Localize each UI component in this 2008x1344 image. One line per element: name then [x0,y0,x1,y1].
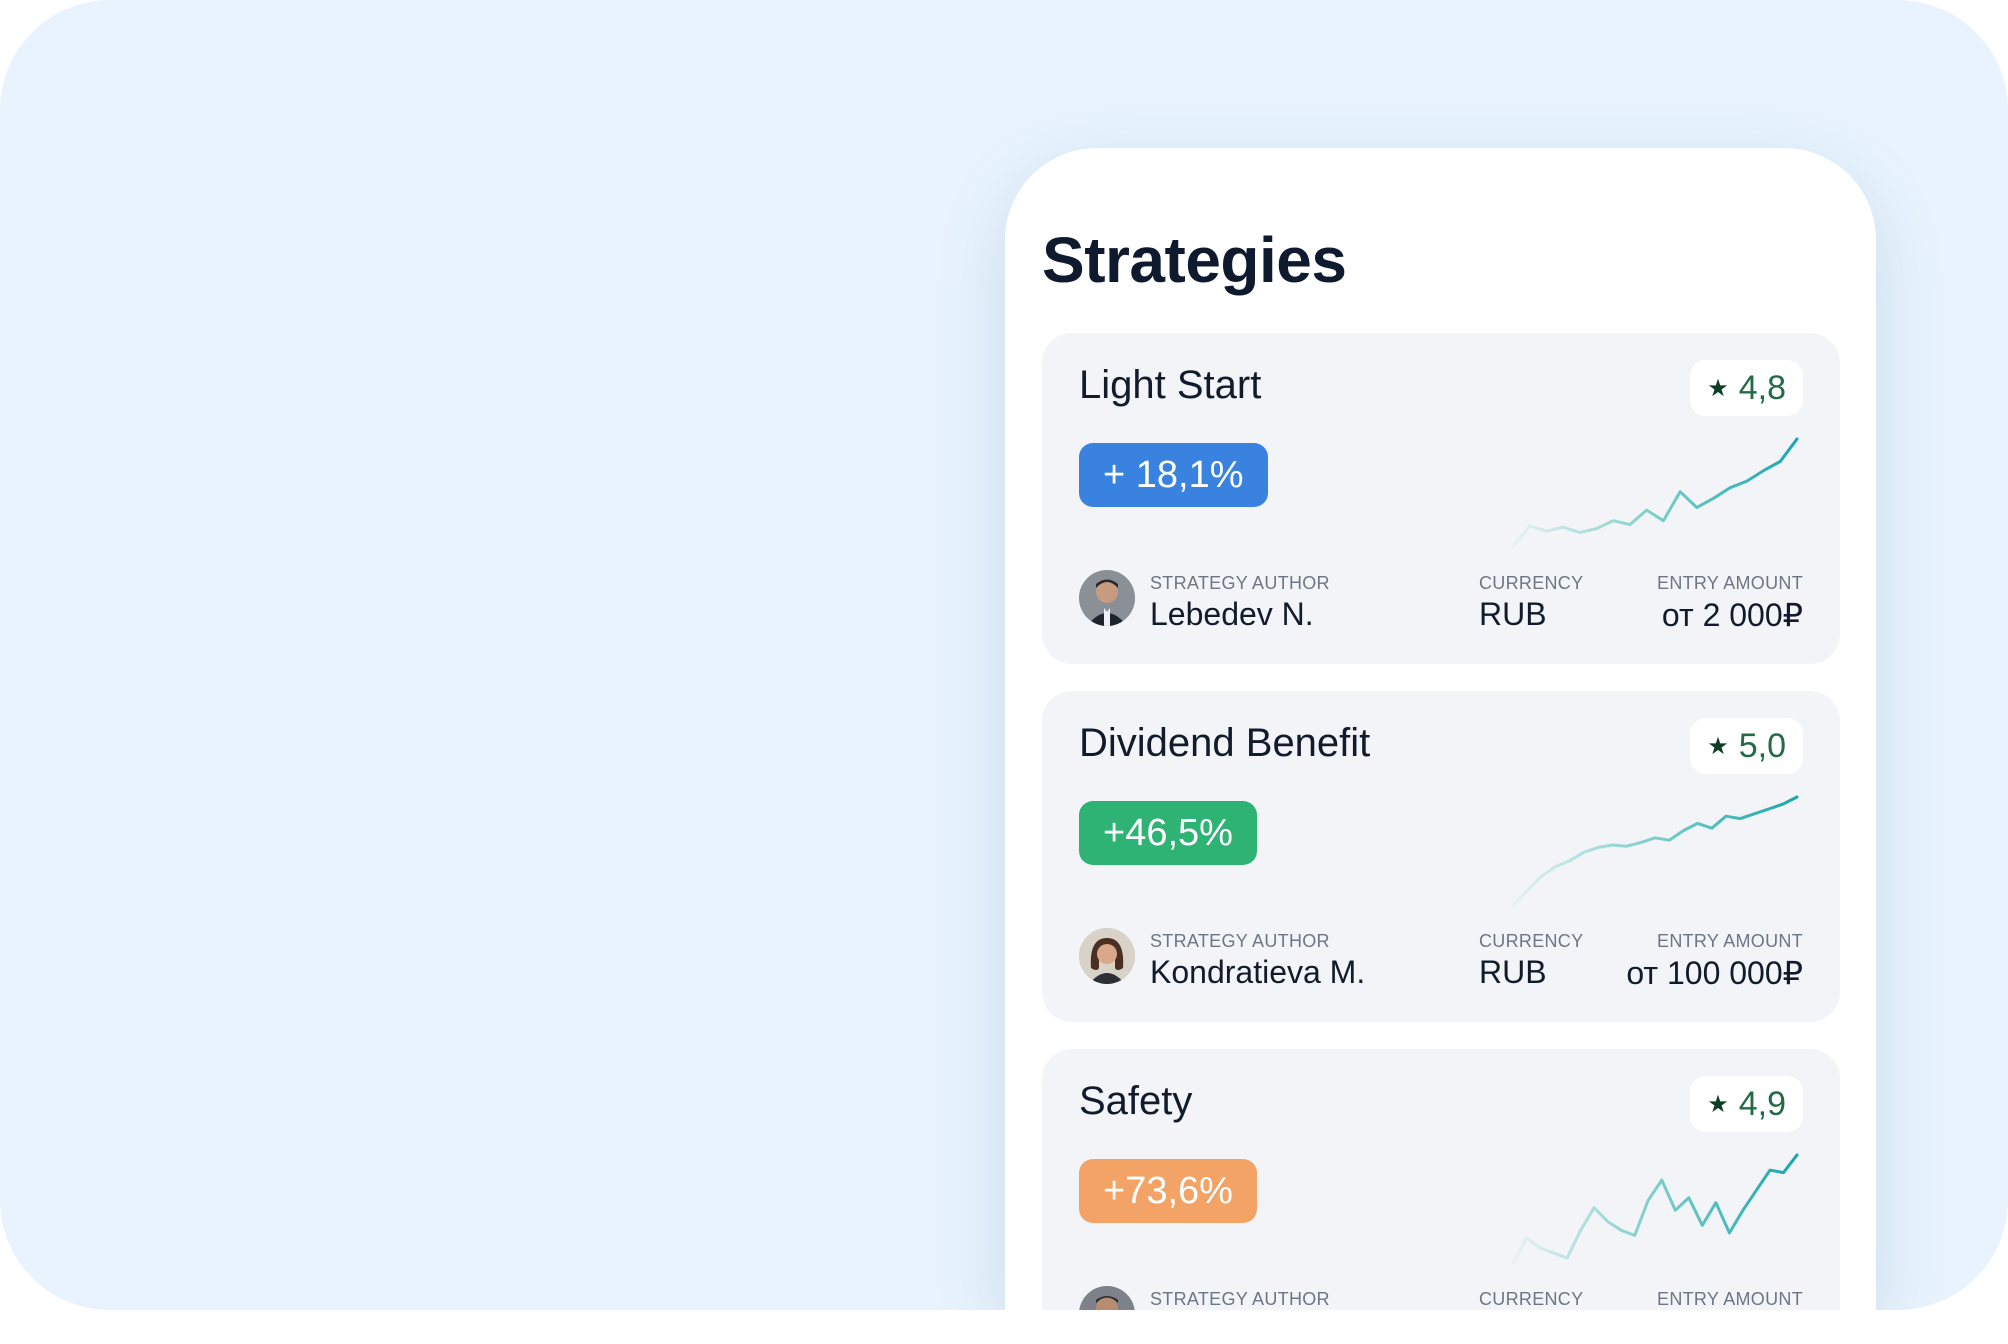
return-badge: + 18,1% [1079,443,1268,507]
sparkline-path [1511,437,1799,549]
author-avatar [1079,928,1135,984]
currency-value: RUB [1479,596,1547,632]
author-label: STRATEGY AUTHOR [1150,1289,1330,1309]
author-label: STRATEGY AUTHOR [1150,573,1330,593]
strategy-name: Light Start [1079,363,1262,407]
entry-amount-label: ENTRY AMOUNT [1657,931,1803,951]
strategy-name: Safety [1079,1079,1193,1123]
sparkline-path [1511,795,1799,907]
author-avatar [1079,570,1135,626]
star-icon: ★ [1707,374,1729,402]
page-backdrop: Strategies Light Start ★ 4,8 + 18,1% STR… [0,0,2008,1310]
rating-value: 4,9 [1738,1084,1786,1123]
author-avatar [1079,1286,1135,1310]
entry-amount-value: от 2 000₽ [1661,597,1803,633]
star-icon: ★ [1707,732,1729,760]
rating-value: 5,0 [1738,726,1786,765]
strategy-card-dividend-benefit[interactable]: Dividend Benefit ★ 5,0 +46,5% STRATEGY A… [1042,691,1840,1022]
strategy-card-safety[interactable]: Safety ★ 4,9 +73,6% STRATEGY AUTHOR CURR… [1042,1049,1840,1310]
rating-badge: ★ 5,0 [1690,718,1803,774]
author-name: Kondratieva M. [1150,954,1366,990]
return-badge: +73,6% [1079,1159,1257,1223]
return-badge: +46,5% [1079,801,1257,865]
rating-badge: ★ 4,9 [1690,1076,1803,1132]
sparkline-chart [1511,795,1799,907]
rating-badge: ★ 4,8 [1690,360,1803,416]
currency-label: CURRENCY [1479,573,1584,593]
currency-label: CURRENCY [1479,931,1584,951]
entry-amount-value: от 100 000₽ [1626,955,1803,991]
entry-amount-label: ENTRY AMOUNT [1657,1289,1803,1309]
rating-value: 4,8 [1738,368,1786,407]
author-name: Lebedev N. [1150,596,1314,632]
phone-screen: Strategies Light Start ★ 4,8 + 18,1% STR… [1005,148,1876,1310]
strategy-card-light-start[interactable]: Light Start ★ 4,8 + 18,1% STRATEGY AUTHO… [1042,333,1840,664]
author-label: STRATEGY AUTHOR [1150,931,1330,951]
currency-label: CURRENCY [1479,1289,1584,1309]
sparkline-chart [1511,1153,1799,1265]
currency-value: RUB [1479,954,1547,990]
star-icon: ★ [1707,1090,1729,1118]
entry-amount-label: ENTRY AMOUNT [1657,573,1803,593]
page-title: Strategies [1042,224,1347,296]
strategy-name: Dividend Benefit [1079,721,1371,765]
sparkline-chart [1511,437,1799,549]
sparkline-path [1511,1153,1799,1265]
